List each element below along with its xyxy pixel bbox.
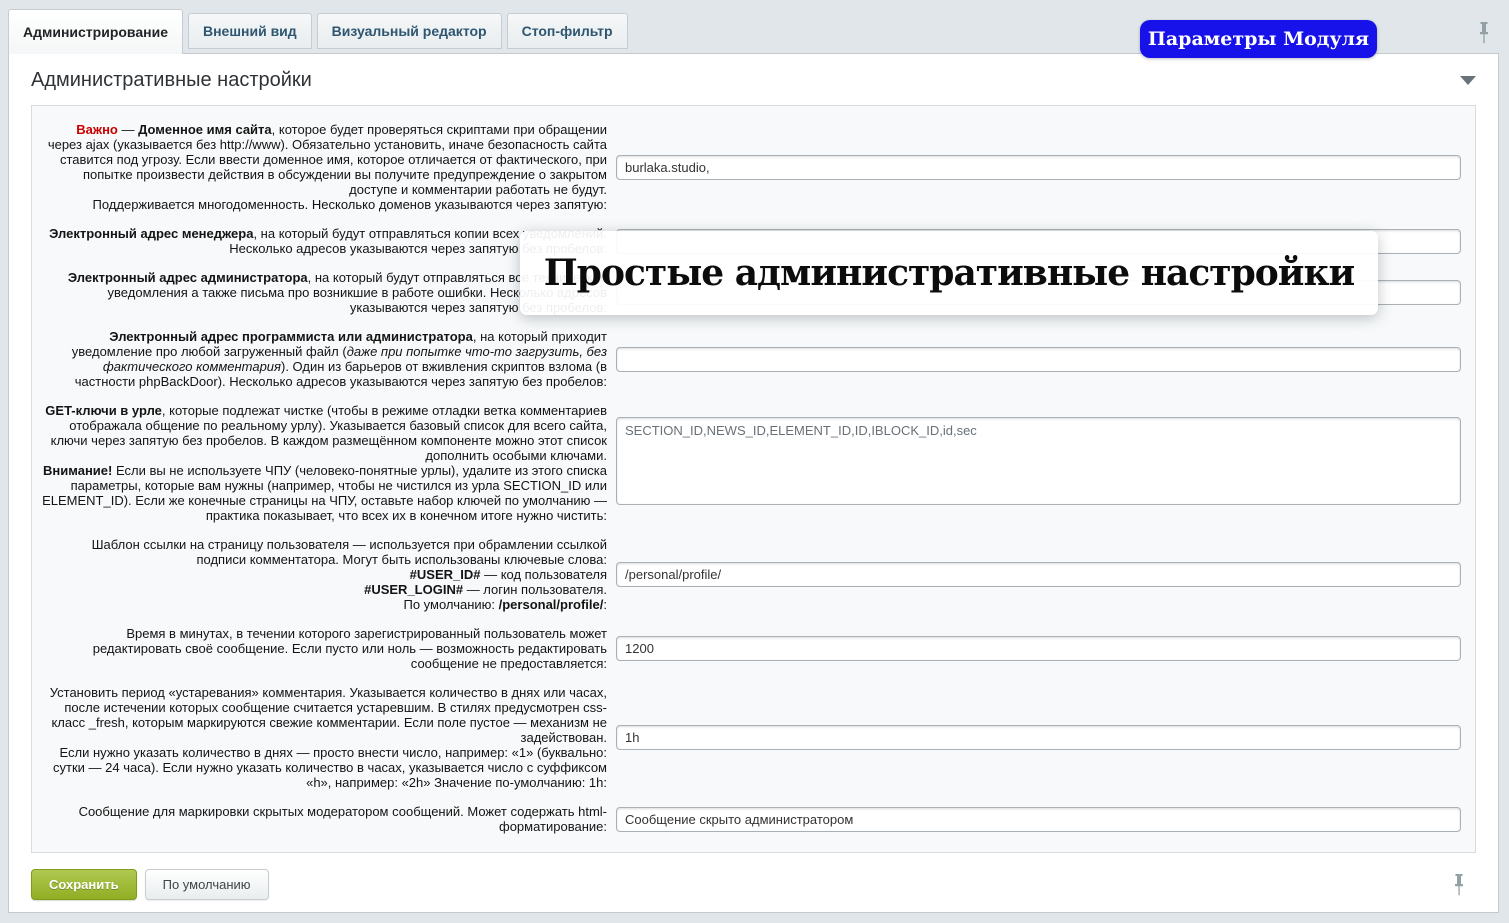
form-row-programmer-email: Электронный адрес программиста или админ…: [42, 329, 1463, 389]
pin-icon[interactable]: [1452, 873, 1466, 898]
tab-bar: Администрирование Внешний вид Визуальный…: [8, 0, 633, 53]
tab-stop-filter[interactable]: Стоп-фильтр: [507, 13, 628, 49]
save-button[interactable]: Сохранить: [31, 869, 137, 900]
field-label: Шаблон ссылки на страницу пользователя —…: [42, 537, 607, 612]
field-label: Сообщение для маркировки скрытых модерат…: [42, 804, 607, 834]
pushpin-glyph: [1477, 21, 1491, 46]
tooltip-overlay: Простые административные настройки: [520, 231, 1378, 315]
field-label: Важно — Доменное имя сайта, которое буде…: [42, 122, 607, 212]
form-row-get-keys: GET-ключи в урле, которые подлежат чистк…: [42, 403, 1463, 523]
footer-actions: Сохранить По умолчанию: [9, 853, 1498, 900]
form-row-edit-time: Время в минутах, в течении которого заре…: [42, 626, 1463, 671]
tab-visual-editor[interactable]: Визуальный редактор: [317, 13, 502, 49]
collapse-section-icon[interactable]: [1460, 76, 1476, 85]
domain-input[interactable]: [616, 155, 1461, 180]
form-row-profile-url: Шаблон ссылки на страницу пользователя —…: [42, 537, 1463, 612]
tab-appearance[interactable]: Внешний вид: [188, 13, 312, 49]
programmer-email-input[interactable]: [616, 347, 1461, 372]
edit-time-input[interactable]: [616, 636, 1461, 661]
form-row-domain: Важно — Доменное имя сайта, которое буде…: [42, 122, 1463, 212]
module-params-button[interactable]: Параметры Модуля: [1140, 20, 1377, 58]
form-row-hidden-message: Сообщение для маркировки скрытых модерат…: [42, 804, 1463, 834]
get-keys-textarea[interactable]: SECTION_ID,NEWS_ID,ELEMENT_ID,ID,IBLOCK_…: [616, 417, 1461, 505]
field-label: GET-ключи в урле, которые подлежат чистк…: [42, 403, 607, 523]
fresh-period-input[interactable]: [616, 725, 1461, 750]
field-label: Электронный адрес программиста или админ…: [42, 329, 607, 389]
pushpin-glyph: [1452, 873, 1466, 898]
tab-administration[interactable]: Администрирование: [8, 9, 183, 54]
field-label: Установить период «устаревания» коммента…: [42, 685, 607, 790]
form-row-fresh-period: Установить период «устаревания» коммента…: [42, 685, 1463, 790]
field-label: Время в минутах, в течении которого заре…: [42, 626, 607, 671]
settings-form: Важно — Доменное имя сайта, которое буде…: [31, 105, 1476, 853]
pin-icon[interactable]: [1477, 21, 1491, 46]
hidden-message-input[interactable]: [616, 807, 1461, 832]
profile-url-input[interactable]: [616, 562, 1461, 587]
settings-panel: Административные настройки Важно — Домен…: [8, 53, 1499, 913]
default-button[interactable]: По умолчанию: [145, 869, 269, 900]
panel-header: Административные настройки: [9, 54, 1498, 105]
page-title: Административные настройки: [31, 69, 312, 92]
tooltip-text: Простые административные настройки: [544, 252, 1354, 294]
